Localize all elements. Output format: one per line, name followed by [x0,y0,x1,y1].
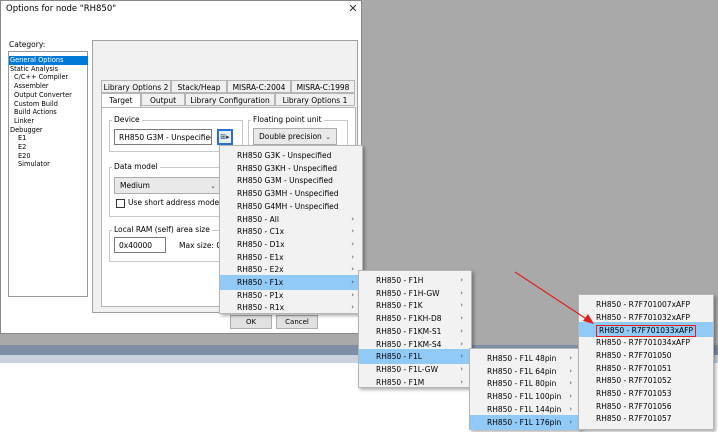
menu-item-label: RH850 G3MH - Unspecified [237,189,339,199]
category-item[interactable]: Custom Build [14,100,58,109]
menu-item-label: RH850 - R7F701051 [596,363,672,373]
device-select-button[interactable]: ⊞▸ [217,129,233,145]
chevron-down-icon: ⌄ [210,182,216,190]
fpu-value: Double precision [259,132,322,141]
menu-item-label: RH850 - F1L 48pin [487,354,557,363]
short-address-checkbox[interactable] [116,199,125,208]
category-item[interactable]: Simulator [18,160,50,169]
category-list[interactable]: General Options Static Analysis C/C++ Comp… [8,51,88,297]
tab-misra-c-1998[interactable]: MISRA-C:1998 [291,80,355,93]
annotation-arrow [514,271,594,324]
menu-item-label: RH850 G3K - Unspecified [237,151,332,160]
f1x-submenu: RH850 - F1H › RH850 - F1H-GW › RH850 - F1K › R… [358,270,472,388]
menu-item-label: RH850 - F1K [376,301,423,311]
menu-item-label: RH850 - F1L 80pin [487,379,557,389]
dialog-titlebar: Options for node "RH850" ✕ [1,1,361,19]
max-size-label: Max size: 0 [179,241,222,250]
local-ram-field[interactable]: 0x40000 [114,237,166,253]
menu-item-label: RH850 - F1M [376,377,425,387]
menu-item-label: RH850 - F1x [237,278,284,287]
menu-item-label: RH850 G3KH - Unspecified [237,163,337,173]
menu-item-label: RH850 G4MH - Unspecified [237,201,339,211]
category-item[interactable]: E2 [18,143,26,152]
menu-item-label: RH850 - F1L [376,352,422,362]
fpu-label: Floating point unit [251,115,324,124]
menu-item-label: RH850 - R7F701050 [596,350,672,360]
menu-item-label: RH850 - F1L 100pin [487,392,562,402]
tab-target[interactable]: Target [101,93,141,107]
category-item[interactable]: Debugger [10,126,43,135]
chevron-right-icon: › [460,377,463,386]
category-item[interactable]: Static Analysis [10,65,58,74]
category-item[interactable]: Assembler [14,82,49,91]
menu-item-label: RH850 - F1H [376,276,424,285]
data-model-label: Data model [112,162,160,171]
menu3-item[interactable]: RH850 - F1L 176pin › [470,414,580,430]
menu-item-label: RH850 - F1L-GW [376,364,438,374]
menu-item-label: RH850 - F1H-GW [376,288,440,298]
menu-item-label: RH850 - P1x [237,290,284,300]
category-item[interactable]: Build Actions [14,108,57,117]
menu-item-label: RH850 - F1KH-D8 [376,314,442,324]
device-label: Device [112,115,142,124]
menu-item-label: RH850 - R7F701007xAFP [596,300,690,309]
close-icon[interactable]: ✕ [346,2,360,15]
category-item[interactable]: Linker [14,117,34,126]
chevron-right-icon: › [569,417,572,426]
menu-item-label: RH850 - E2x [237,265,284,275]
menu-item-label: RH850 - F1KM-S1 [376,326,442,336]
category-item[interactable]: E20 [18,152,31,161]
fpu-combo[interactable]: Double precision ⌄ [253,128,337,145]
tab-library-configuration[interactable]: Library Configuration [185,93,275,106]
menu-item-label: RH850 - E1x [237,252,284,262]
menu-item-label: RH850 - R1x [237,303,285,313]
menu-item-label: RH850 - D1x [237,239,285,249]
chevron-down-icon: ⌄ [325,133,331,141]
menu-item-label: RH850 - F1L 176pin [487,417,562,427]
menu1-item[interactable]: RH850 - R1x › [220,300,362,315]
device-family-menu: RH850 G3K - Unspecified RH850 G3KH - Unsp… [219,145,363,314]
category-item[interactable]: Output Converter [14,91,72,100]
menu-item-label: RH850 - F1L 144pin [487,404,562,414]
tab-stack-heap[interactable]: Stack/Heap [171,80,227,93]
cancel-button[interactable]: Cancel [276,315,318,329]
f1l-pin-submenu: RH850 - F1L 48pin › RH850 - F1L 64pin › RH85… [469,348,581,430]
menu-item-label: RH850 - F1KM-S4 [376,339,442,349]
menu2-item[interactable]: RH850 - F1M › [359,375,471,390]
ok-button[interactable]: OK [230,315,272,329]
menu-item-label: RH850 - R7F701032xAFP [596,312,690,322]
device-field[interactable]: RH850 G3M - Unspecified [114,129,212,145]
menu-item-label: RH850 - R7F701053 [596,388,672,398]
menu-item-label: RH850 - C1x [237,227,285,237]
menu-item-label: RH850 - All [237,214,279,224]
category-item[interactable]: General Options [9,56,88,65]
device-menu-icon: ⊞▸ [220,133,230,141]
tab-output[interactable]: Output [141,93,185,106]
short-address-label: Use short address mode [128,198,220,207]
category-label: Category: [9,40,46,49]
tab-misra-c-2004[interactable]: MISRA-C:2004 [227,80,291,93]
tab-library-options-2[interactable]: Library Options 2 [101,80,171,93]
data-model-value: Medium [120,181,150,190]
menu4-item[interactable]: RH850 - R7F701057 [579,411,713,426]
menu-item-label: RH850 G3M - Unspecified [237,176,333,186]
data-model-combo[interactable]: Medium ⌄ [114,177,222,194]
menu-item-label: RH850 - R7F701057 [596,414,672,424]
menu-item-label: RH850 - R7F701034xAFP [596,338,690,348]
tab-library-options-1[interactable]: Library Options 1 [275,93,355,106]
dialog-title: Options for node "RH850" [6,4,117,14]
chevron-right-icon: › [351,303,354,312]
category-item[interactable]: C/C++ Compiler [14,73,68,82]
category-item[interactable]: E1 [18,134,26,143]
local-ram-label: Local RAM (self) area size [112,225,212,234]
menu-item-label: RH850 - R7F701052 [596,376,672,386]
menu-item-label: RH850 - R7F701056 [596,401,672,411]
menu-item-label: RH850 - F1L 64pin [487,366,557,376]
